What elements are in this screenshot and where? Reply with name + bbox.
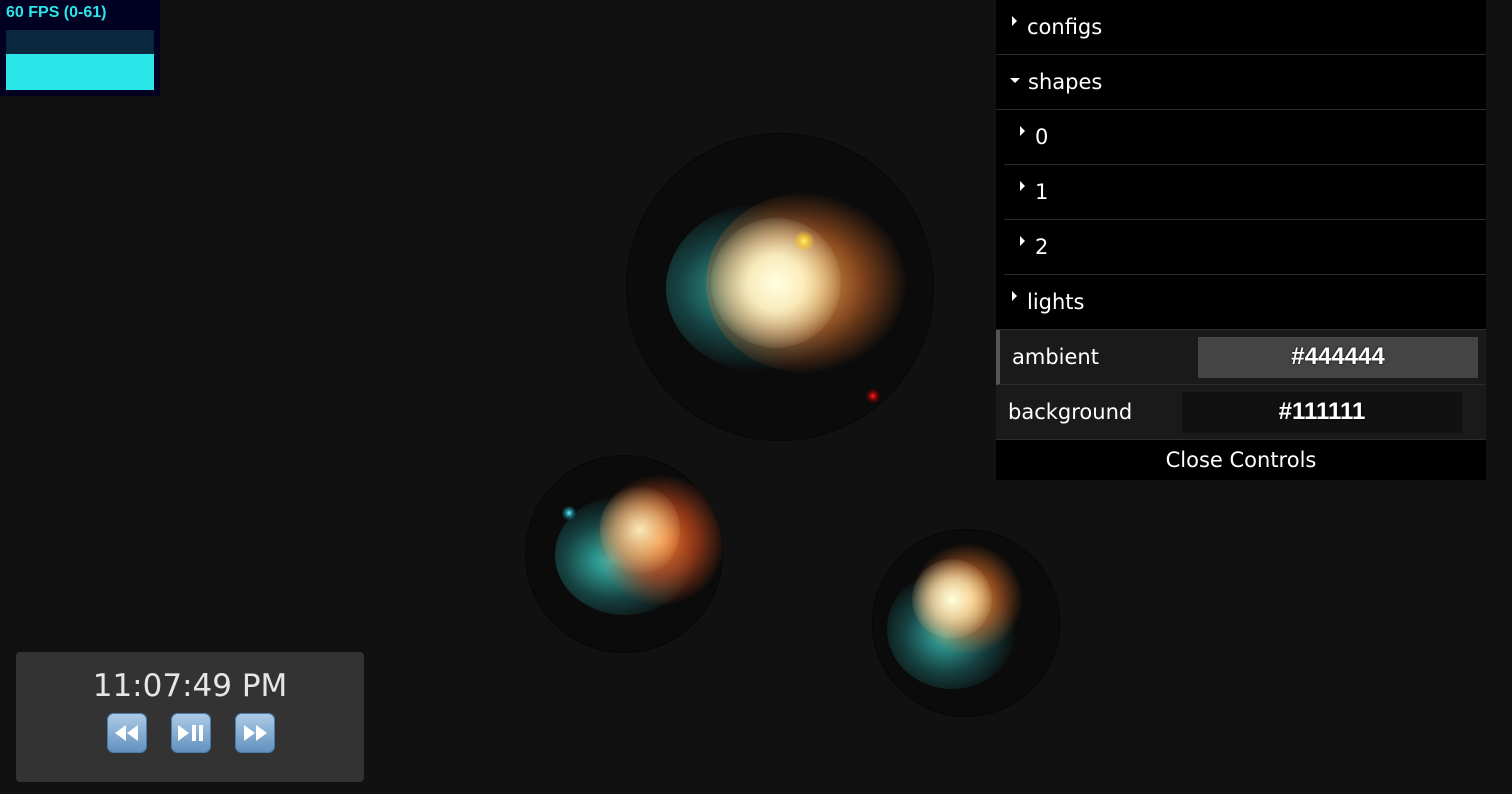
- folder-shapes-label: shapes: [1028, 70, 1103, 94]
- sphere-small-left: [525, 455, 723, 653]
- folder-lights-label: lights: [1027, 290, 1085, 314]
- caret-right-icon: [1020, 181, 1025, 191]
- ambient-color-input[interactable]: #444444: [1198, 336, 1478, 378]
- caret-down-icon: [1010, 77, 1020, 83]
- fps-graph: [6, 30, 154, 90]
- fps-label: 60 FPS (0-61): [6, 4, 107, 21]
- sphere-large: [626, 133, 934, 441]
- folder-shape-0-label: 0: [1035, 125, 1049, 149]
- sphere-small-right: [872, 529, 1060, 717]
- fast-forward-icon: [244, 725, 267, 741]
- caret-right-icon: [1012, 291, 1017, 301]
- clock-time: 11:07:49 PM: [92, 668, 288, 704]
- play-pause-button[interactable]: [171, 713, 211, 753]
- ambient-label: ambient: [1012, 345, 1099, 369]
- controls-panel: configs shapes 0 1 2 lights ambient #444…: [996, 0, 1486, 480]
- folder-shapes[interactable]: shapes: [996, 55, 1486, 110]
- folder-shape-1-label: 1: [1035, 180, 1049, 204]
- folder-shape-2-label: 2: [1035, 235, 1049, 259]
- fast-forward-button[interactable]: [235, 713, 275, 753]
- rewind-button[interactable]: [107, 713, 147, 753]
- fps-meter[interactable]: 60 FPS (0-61): [0, 0, 160, 96]
- fps-graph-fill: [6, 54, 154, 90]
- folder-configs[interactable]: configs: [996, 0, 1486, 55]
- rewind-icon: [115, 725, 138, 741]
- folder-shape-1[interactable]: 1: [1004, 165, 1486, 220]
- close-controls-button[interactable]: Close Controls: [996, 440, 1486, 480]
- folder-configs-label: configs: [1027, 15, 1103, 39]
- caret-right-icon: [1020, 236, 1025, 246]
- clock-widget: 11:07:49 PM: [16, 652, 364, 782]
- caret-right-icon: [1012, 16, 1017, 26]
- folder-lights[interactable]: lights: [996, 275, 1486, 330]
- background-label: background: [1008, 400, 1133, 424]
- background-control: background #111111: [996, 385, 1486, 440]
- folder-shape-2[interactable]: 2: [1004, 220, 1486, 275]
- ambient-control: ambient #444444: [996, 330, 1486, 385]
- folder-shape-0[interactable]: 0: [1004, 110, 1486, 165]
- caret-right-icon: [1020, 126, 1025, 136]
- background-color-input[interactable]: #111111: [1182, 391, 1462, 433]
- play-pause-icon: [178, 725, 203, 741]
